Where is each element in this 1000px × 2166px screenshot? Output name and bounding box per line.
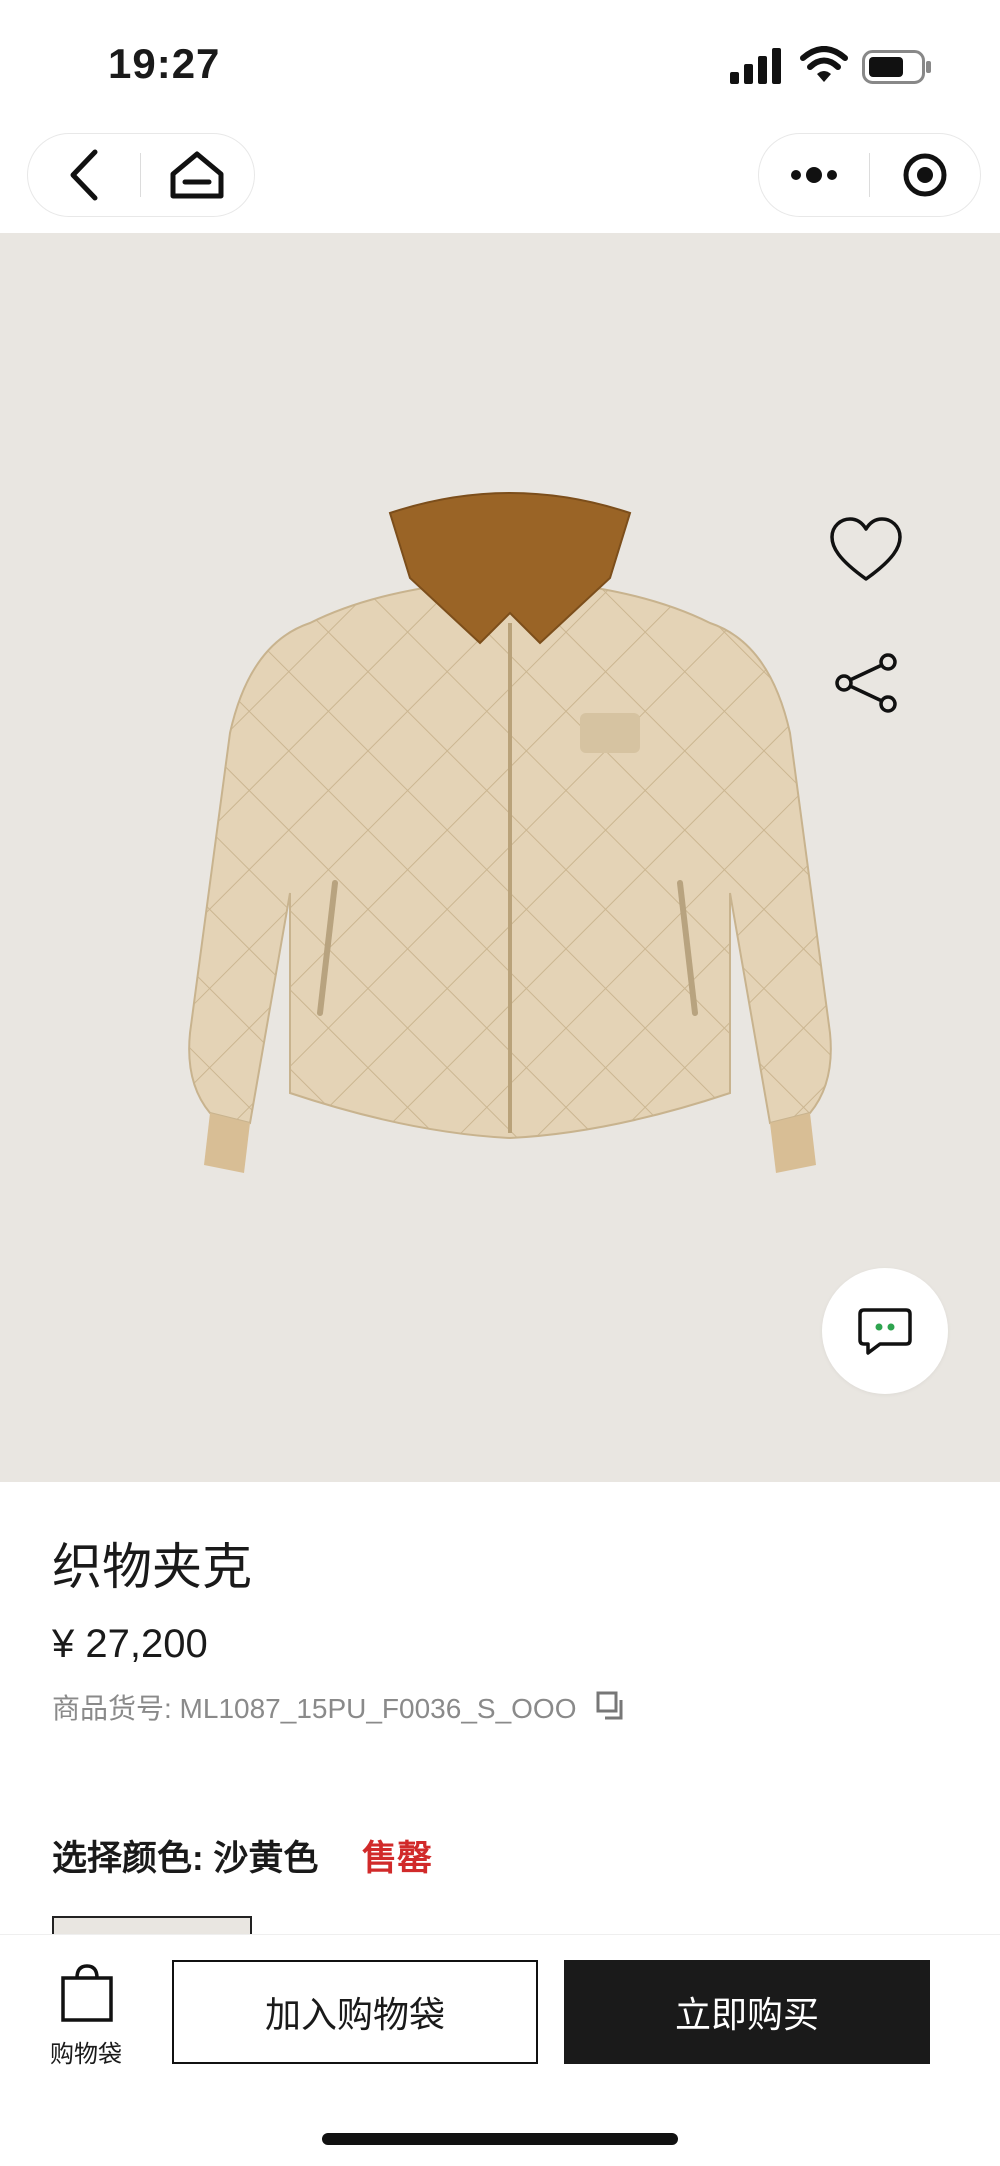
- chat-bubble-icon: [858, 1308, 912, 1355]
- more-dots-icon: [791, 167, 837, 183]
- product-title: 织物夹克: [52, 1539, 252, 1595]
- close-miniprogram-button[interactable]: [870, 133, 980, 217]
- shopping-bag-icon[interactable]: [58, 1964, 116, 2022]
- product-price: ¥ 27,200: [52, 1622, 208, 1666]
- shopping-bag-label[interactable]: 购物袋: [50, 2034, 122, 2069]
- color-swatch[interactable]: [52, 1916, 252, 1936]
- product-sku: 商品货号: ML1087_15PU_F0036_S_OOO: [52, 1693, 577, 1724]
- battery-icon: [862, 50, 931, 84]
- cell-signal-icon: [730, 48, 781, 84]
- home-indicator[interactable]: [322, 2133, 678, 2145]
- back-button[interactable]: [28, 133, 140, 217]
- wifi-icon: [800, 46, 848, 82]
- target-circle-icon: [903, 153, 947, 197]
- chevron-left-icon: [70, 149, 98, 201]
- status-time: 19:27: [108, 40, 221, 87]
- home-icon: [170, 151, 224, 199]
- heart-icon[interactable]: [828, 515, 904, 585]
- customer-service-button[interactable]: [822, 1268, 948, 1394]
- home-button[interactable]: [141, 133, 253, 217]
- soldout-badge: 售罄: [362, 1839, 433, 1878]
- copy-icon[interactable]: [595, 1690, 627, 1722]
- product-jacket-image: [188, 492, 832, 1173]
- buy-now-button[interactable]: 立即购买: [564, 1960, 930, 2064]
- share-icon[interactable]: [834, 653, 900, 713]
- add-to-bag-button[interactable]: 加入购物袋: [172, 1960, 538, 2064]
- nav-capsule-left: [27, 133, 255, 217]
- color-selection-label: 选择颜色: 沙黄色: [52, 1839, 319, 1878]
- product-image-carousel[interactable]: [0, 233, 1000, 1482]
- nav-capsule-right: [758, 133, 981, 217]
- more-button[interactable]: [759, 133, 869, 217]
